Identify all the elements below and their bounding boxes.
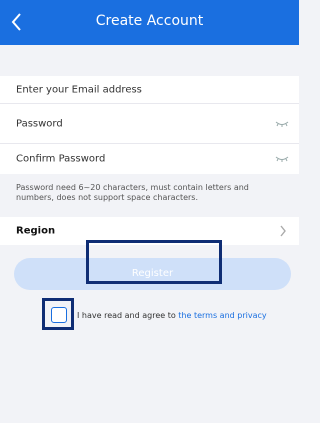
- email-field[interactable]: Enter your Email address: [0, 76, 299, 103]
- region-label: Region: [16, 225, 56, 237]
- chevron-right-icon: [280, 225, 286, 237]
- eye-closed-icon[interactable]: [275, 120, 289, 128]
- password-placeholder: Password: [16, 118, 63, 129]
- terms-text: I have read and agree to the terms and p…: [77, 311, 267, 320]
- terms-checkbox[interactable]: [51, 307, 67, 323]
- confirm-password-placeholder: Confirm Password: [16, 153, 106, 165]
- email-placeholder: Enter your Email address: [16, 84, 142, 95]
- password-hint: Password need 6~20 characters, must cont…: [16, 183, 249, 202]
- password-field[interactable]: Password: [0, 104, 299, 143]
- app-header: Create Account: [0, 0, 299, 45]
- confirm-password-field[interactable]: Confirm Password: [0, 144, 299, 174]
- checkbox-highlight: [42, 298, 74, 330]
- page-title: Create Account: [95, 13, 204, 29]
- terms-prefix: I have read and agree to: [77, 311, 179, 320]
- terms-link[interactable]: the terms and privacy: [178, 311, 266, 320]
- highlight-box: [86, 240, 222, 284]
- eye-closed-icon[interactable]: [275, 155, 289, 163]
